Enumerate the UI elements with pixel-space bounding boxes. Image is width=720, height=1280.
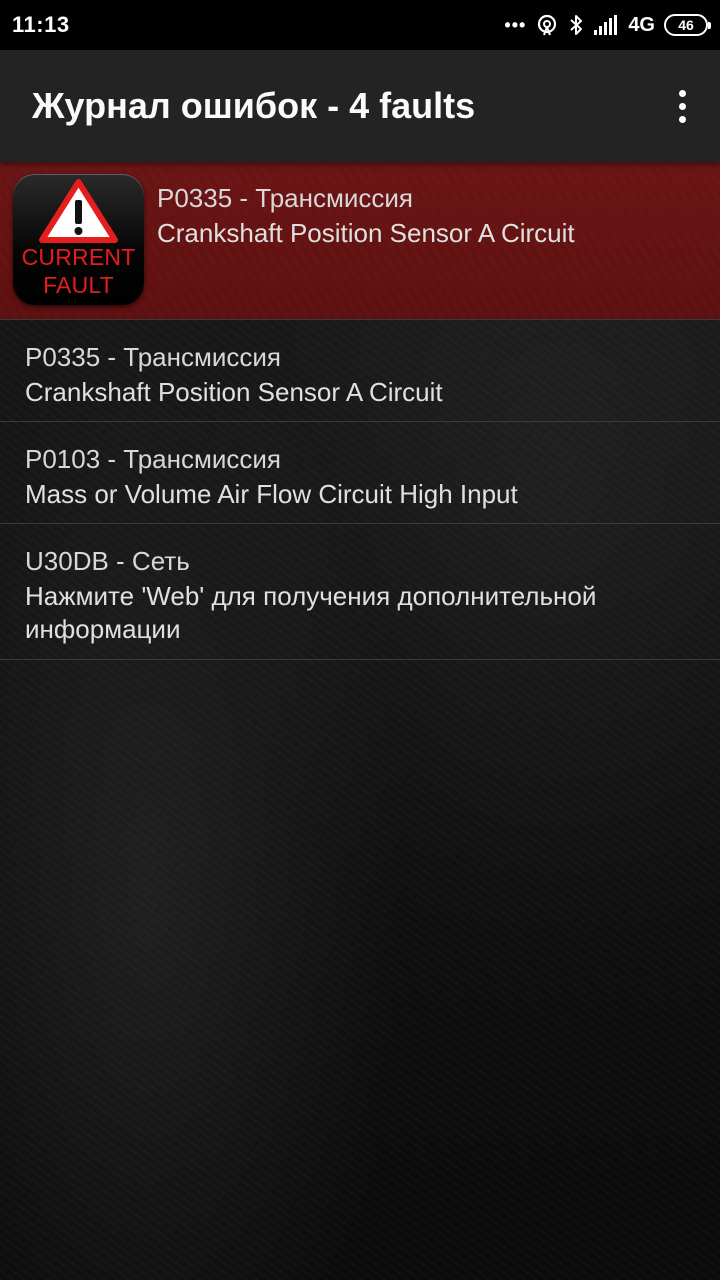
fault-list-item[interactable]: U30DB - Сеть Нажмите 'Web' для получения… bbox=[0, 524, 720, 660]
fault-code: P0103 - Трансмиссия bbox=[25, 444, 281, 474]
badge-label-fault: FAULT bbox=[43, 272, 114, 298]
status-bar: 11:13 ••• 4G 46 bbox=[0, 0, 720, 50]
fault-list-item[interactable]: P0103 - Трансмиссия Mass or Volume Air F… bbox=[0, 422, 720, 524]
fault-description: Crankshaft Position Sensor A Circuit bbox=[25, 377, 443, 407]
fault-code: U30DB - Сеть bbox=[25, 546, 190, 576]
notification-dots-icon: ••• bbox=[504, 14, 527, 35]
badge-label-current: CURRENT bbox=[21, 244, 136, 270]
app-bar: Журнал ошибок - 4 faults bbox=[0, 50, 720, 162]
battery-level: 46 bbox=[678, 17, 694, 33]
fault-description: Mass or Volume Air Flow Circuit High Inp… bbox=[25, 479, 518, 509]
status-icons: ••• 4G 46 bbox=[504, 13, 711, 37]
fault-list: CURRENT FAULT P0335 - Трансмиссия Cranks… bbox=[0, 162, 720, 660]
battery-icon: 46 bbox=[664, 14, 711, 36]
fault-description: Crankshaft Position Sensor A Circuit bbox=[157, 218, 575, 248]
fault-code: P0335 - Трансмиссия bbox=[25, 342, 281, 372]
more-vert-icon[interactable] bbox=[664, 78, 700, 134]
bluetooth-icon bbox=[568, 13, 584, 37]
fault-description: Нажмите 'Web' для получения дополнительн… bbox=[25, 581, 597, 644]
fault-code: P0335 - Трансмиссия bbox=[157, 183, 413, 213]
status-time: 11:13 bbox=[12, 12, 70, 37]
signal-icon bbox=[593, 14, 619, 36]
current-fault-badge: CURRENT FAULT bbox=[13, 174, 144, 305]
fault-list-item[interactable]: P0335 - Трансмиссия Crankshaft Position … bbox=[0, 320, 720, 422]
network-type: 4G bbox=[628, 13, 655, 36]
hotspot-icon bbox=[535, 13, 559, 37]
current-fault-item[interactable]: CURRENT FAULT P0335 - Трансмиссия Cranks… bbox=[0, 162, 720, 320]
current-fault-text: P0335 - Трансмиссия Crankshaft Position … bbox=[157, 179, 575, 250]
page-title: Журнал ошибок - 4 faults bbox=[32, 85, 476, 126]
